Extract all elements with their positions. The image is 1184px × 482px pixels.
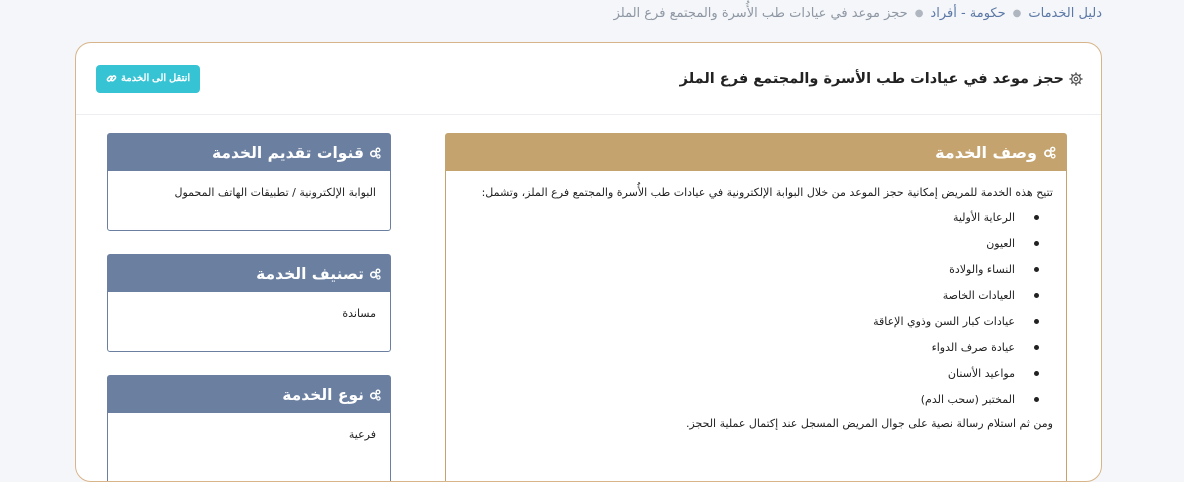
service-description-outro: ومن ثم استلام رسالة نصية على جوال المريض…	[685, 416, 1053, 430]
service-channels-value: البوابة الإلكترونية / تطبيقات الهاتف الم…	[174, 186, 376, 199]
service-channels-panel: قنوات تقديم الخدمة البوابة الإلكترونية /…	[107, 133, 391, 231]
service-channels-header: قنوات تقديم الخدمة	[108, 134, 390, 171]
service-title-wrap: حجز موعد في عيادات طب الأسرة والمجتمع فر…	[680, 71, 1083, 87]
cogs-icon	[1044, 146, 1056, 159]
cogs-icon	[369, 268, 381, 280]
list-item: عيادة صرف الدواء	[459, 338, 1039, 364]
page-title: حجز موعد في عيادات طب الأسرة والمجتمع فر…	[679, 70, 1064, 87]
service-description-header: وصف الخدمة	[446, 134, 1066, 171]
service-classification-value: مساندة	[342, 307, 376, 320]
go-to-service-button[interactable]: انتقل الى الخدمة	[96, 64, 201, 93]
link-icon	[106, 75, 117, 82]
service-classification-header: تصنيف الخدمة	[108, 255, 390, 292]
service-description-title: وصف الخدمة	[935, 143, 1037, 162]
list-item: العيادات الخاصة	[459, 286, 1039, 312]
service-type-panel: نوع الخدمة فرعية	[107, 375, 391, 481]
breadcrumb: دليل الخدمات ● حكومة - أفراد ● حجز موعد …	[614, 6, 1102, 21]
service-type-title: نوع الخدمة	[282, 385, 364, 404]
cogs-icon	[369, 389, 381, 401]
breadcrumb-separator: ●	[914, 8, 924, 19]
service-type-header: نوع الخدمة	[108, 376, 390, 413]
breadcrumb-separator: ●	[1012, 8, 1022, 19]
service-description-body: تتيح هذه الخدمة للمريض إمكانية حجز الموع…	[446, 171, 1066, 431]
list-item: العيون	[459, 234, 1039, 260]
gear-icon	[1069, 71, 1083, 86]
breadcrumb-item-government-individuals[interactable]: حكومة - أفراد	[930, 6, 1005, 21]
cogs-icon	[369, 147, 381, 159]
breadcrumb-item-services-guide[interactable]: دليل الخدمات	[1028, 6, 1102, 21]
service-description-panel: وصف الخدمة تتيح هذه الخدمة للمريض إمكاني…	[445, 133, 1067, 481]
service-type-value: فرعية	[348, 428, 376, 441]
list-item: الرعاية الأولية	[459, 208, 1039, 234]
list-item: النساء والولادة	[459, 260, 1039, 286]
service-channels-title: قنوات تقديم الخدمة	[211, 143, 364, 162]
go-to-service-label: انتقل الى الخدمة	[121, 73, 191, 84]
list-item: عيادات كبار السن وذوي الإعاقة	[459, 312, 1039, 338]
service-description-list: الرعاية الأولية العيون النساء والولادة ا…	[459, 208, 1053, 415]
list-item: مواعيد الأسنان	[459, 364, 1039, 390]
service-classification-title: تصنيف الخدمة	[256, 264, 364, 283]
breadcrumb-current: حجز موعد في عيادات طب الأُسرة والمجتمع ف…	[613, 6, 908, 21]
service-card: حجز موعد في عيادات طب الأسرة والمجتمع فر…	[75, 42, 1102, 482]
list-item: المختبر (سحب الدم)	[459, 390, 1039, 416]
service-description-intro: تتيح هذه الخدمة للمريض إمكانية حجز الموع…	[481, 186, 1053, 199]
service-classification-panel: تصنيف الخدمة مساندة	[107, 254, 391, 352]
service-header: حجز موعد في عيادات طب الأسرة والمجتمع فر…	[76, 43, 1101, 115]
